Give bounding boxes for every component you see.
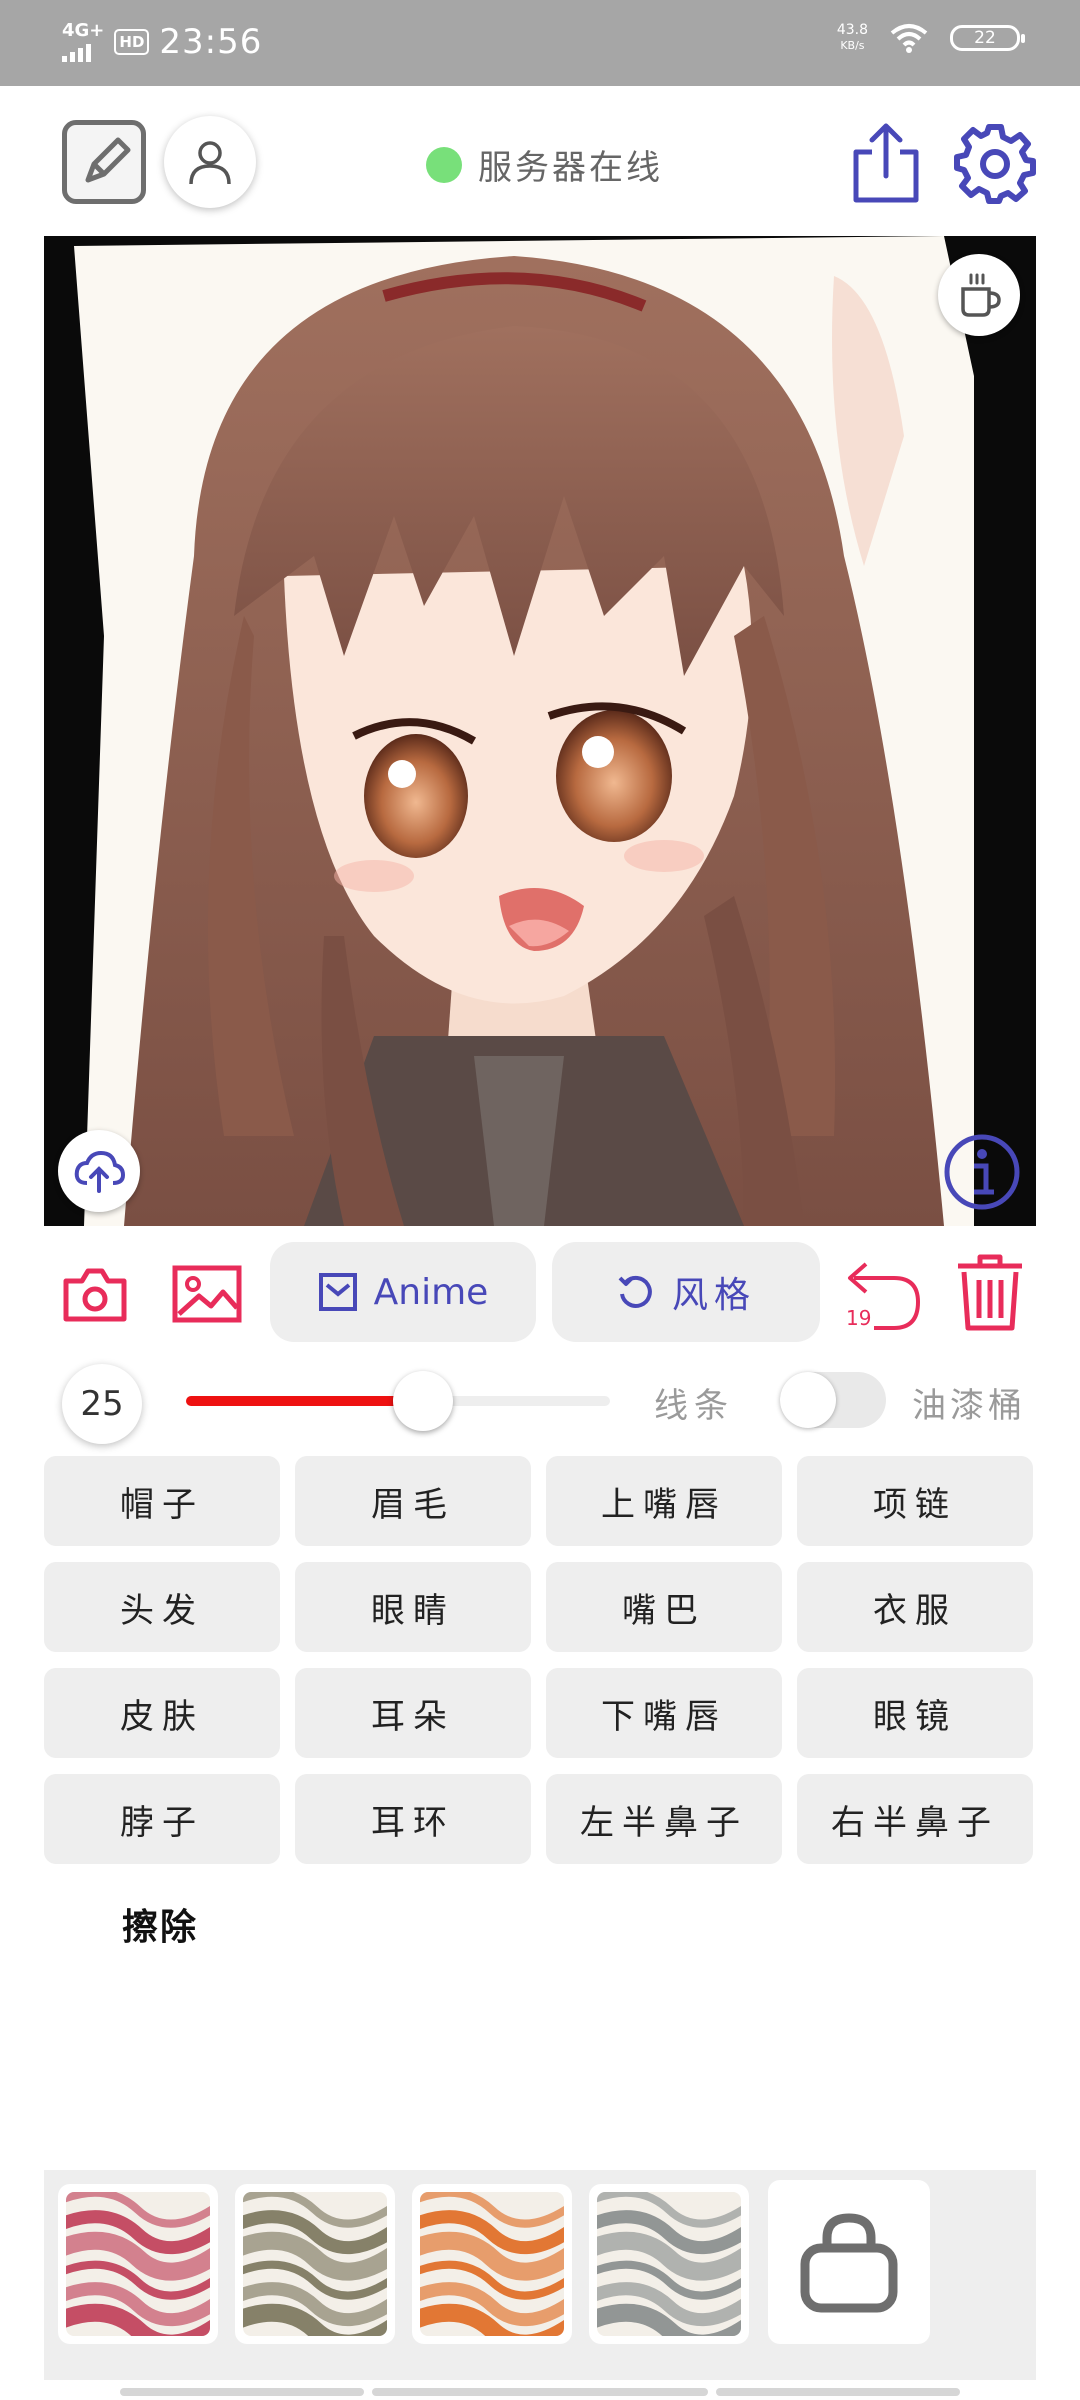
store-button[interactable] [768,2180,930,2344]
part-button[interactable]: 帽子 [44,1456,280,1546]
part-button[interactable]: 耳朵 [295,1668,531,1758]
paint-bucket-label: 油漆桶 [912,1386,1026,1426]
brush-size-slider-thumb[interactable] [393,1371,454,1431]
anime-portrait-image [44,236,1036,1226]
line-mode-label: 线条 [654,1386,734,1426]
draw-edit-icon [85,137,131,183]
gear-icon [954,124,1036,204]
gallery-button[interactable] [170,1262,244,1326]
part-button[interactable]: 左半鼻子 [546,1774,782,1864]
network-type: 4G+ [62,20,105,41]
part-button[interactable]: 右半鼻子 [797,1774,1033,1864]
server-status-text: 服务器在线 [478,148,663,188]
draw-edit-button[interactable] [62,120,146,204]
part-button[interactable]: 衣服 [797,1562,1033,1652]
status-bar: 4G+ HD 23:56 43.8 KB/s 22 [0,0,1080,86]
part-button[interactable]: 下嘴唇 [546,1668,782,1758]
texture-swatch-gray[interactable] [589,2184,749,2344]
server-status-dot [426,146,462,183]
shopping-bag-icon [800,2213,898,2313]
network-speed-value: 43.8 [836,22,868,38]
style-button[interactable]: 风格 [552,1242,820,1342]
drawing-canvas[interactable] [44,236,1036,1226]
erase-button[interactable]: 擦除 [122,1898,198,1950]
signal-bars-icon [62,40,91,62]
part-button[interactable]: 脖子 [44,1774,280,1864]
part-button[interactable]: 皮肤 [44,1668,280,1758]
part-button[interactable]: 嘴巴 [546,1562,782,1652]
camera-button[interactable] [60,1262,130,1326]
anime-mode-label: Anime [373,1271,489,1313]
texture-tray [44,2170,1036,2380]
undo-count: 19 [846,1306,872,1330]
cloud-upload-icon [74,1150,125,1193]
brush-size-slider-fill [186,1396,424,1406]
scroll-indicator [716,2388,960,2396]
part-button[interactable]: 耳环 [295,1774,531,1864]
checkbox-mail-icon [318,1273,357,1311]
anime-mode-button[interactable]: Anime [270,1242,536,1342]
user-button[interactable] [164,116,256,208]
hd-badge: HD [114,29,150,55]
server-status: 服务器在线 [426,140,663,189]
part-selector-grid: 帽子 眉毛 上嘴唇 项链头发 眼睛 嘴巴 衣服皮肤 耳朵 下嘴唇 眼镜脖子 耳环 左半鼻子 右半鼻子 [44,1456,1036,1864]
scroll-indicator [372,2388,708,2396]
part-button[interactable]: 头发 [44,1562,280,1652]
texture-swatch-red[interactable] [58,2184,218,2344]
brush-size-value: 25 [62,1364,142,1444]
part-button[interactable]: 眉毛 [295,1456,531,1546]
line-bucket-toggle[interactable] [780,1372,886,1428]
info-button[interactable] [942,1132,1022,1212]
refresh-icon [618,1275,652,1308]
texture-swatch-orange[interactable] [412,2184,572,2344]
part-button[interactable]: 眼镜 [797,1668,1033,1758]
settings-button[interactable] [952,120,1038,206]
battery-indicator: 22 [950,25,1025,51]
share-button[interactable] [846,118,926,208]
clock: 23:56 [159,22,263,62]
toggle-knob [780,1372,836,1428]
info-icon [944,1134,1020,1210]
part-button[interactable]: 上嘴唇 [546,1456,782,1546]
user-icon [189,141,231,185]
camera-icon [63,1268,127,1322]
status-left: 4G+ HD 23:56 [62,22,262,62]
signal-indicator: 4G+ [62,22,104,62]
part-button[interactable]: 眼睛 [295,1562,531,1652]
brush-size-slider[interactable] [186,1371,610,1431]
texture-swatch-olive[interactable] [235,2184,395,2344]
network-speed: 43.8 KB/s [837,22,868,54]
coffee-icon [961,273,1001,317]
cloud-upload-button[interactable] [58,1130,140,1212]
status-right: 43.8 KB/s 22 [837,22,1025,54]
image-icon [172,1265,242,1323]
part-button[interactable]: 项链 [797,1456,1033,1546]
coffee-button[interactable] [938,254,1020,336]
clear-button[interactable] [950,1250,1030,1334]
trash-icon [958,1254,1022,1331]
network-speed-unit: KB/s [840,39,865,52]
scroll-indicator [120,2388,364,2396]
style-label: 风格 [671,1275,756,1316]
wifi-icon [890,24,928,53]
share-icon [853,123,919,203]
